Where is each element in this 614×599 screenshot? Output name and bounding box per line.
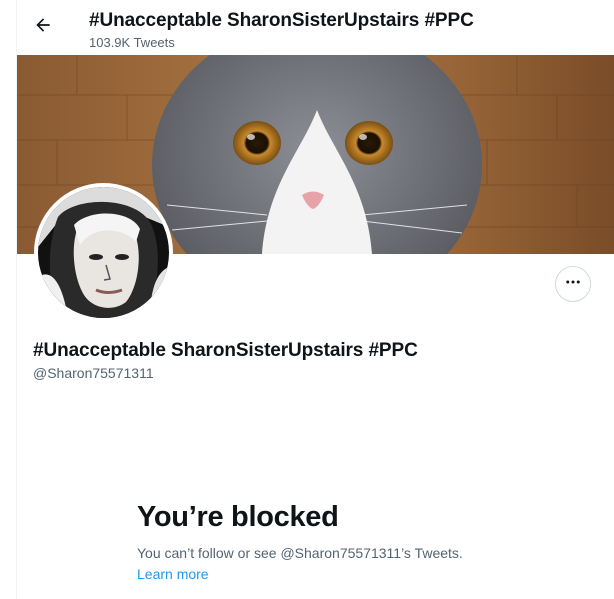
profile-header-bar: #Unacceptable SharonSisterUpstairs #PPC …	[17, 0, 614, 54]
arrow-left-icon	[33, 15, 53, 40]
profile-handle: @Sharon75571311	[33, 365, 154, 381]
back-button[interactable]	[29, 13, 57, 41]
tweet-count: 103.9K Tweets	[89, 35, 175, 50]
profile-column: #Unacceptable SharonSisterUpstairs #PPC …	[16, 0, 614, 599]
blocked-notice: You’re blocked You can’t follow or see @…	[137, 498, 577, 584]
blocked-title: You’re blocked	[137, 501, 339, 533]
more-horizontal-icon	[564, 273, 582, 296]
profile-avatar[interactable]	[34, 183, 173, 322]
blocked-message: You can’t follow or see @Sharon75571311’…	[137, 545, 463, 561]
learn-more-link[interactable]: Learn more	[137, 564, 209, 584]
more-options-button[interactable]	[555, 266, 591, 302]
profile-display-name: #Unacceptable SharonSisterUpstairs #PPC	[33, 340, 418, 361]
header-title: #Unacceptable SharonSisterUpstairs #PPC	[89, 10, 474, 31]
